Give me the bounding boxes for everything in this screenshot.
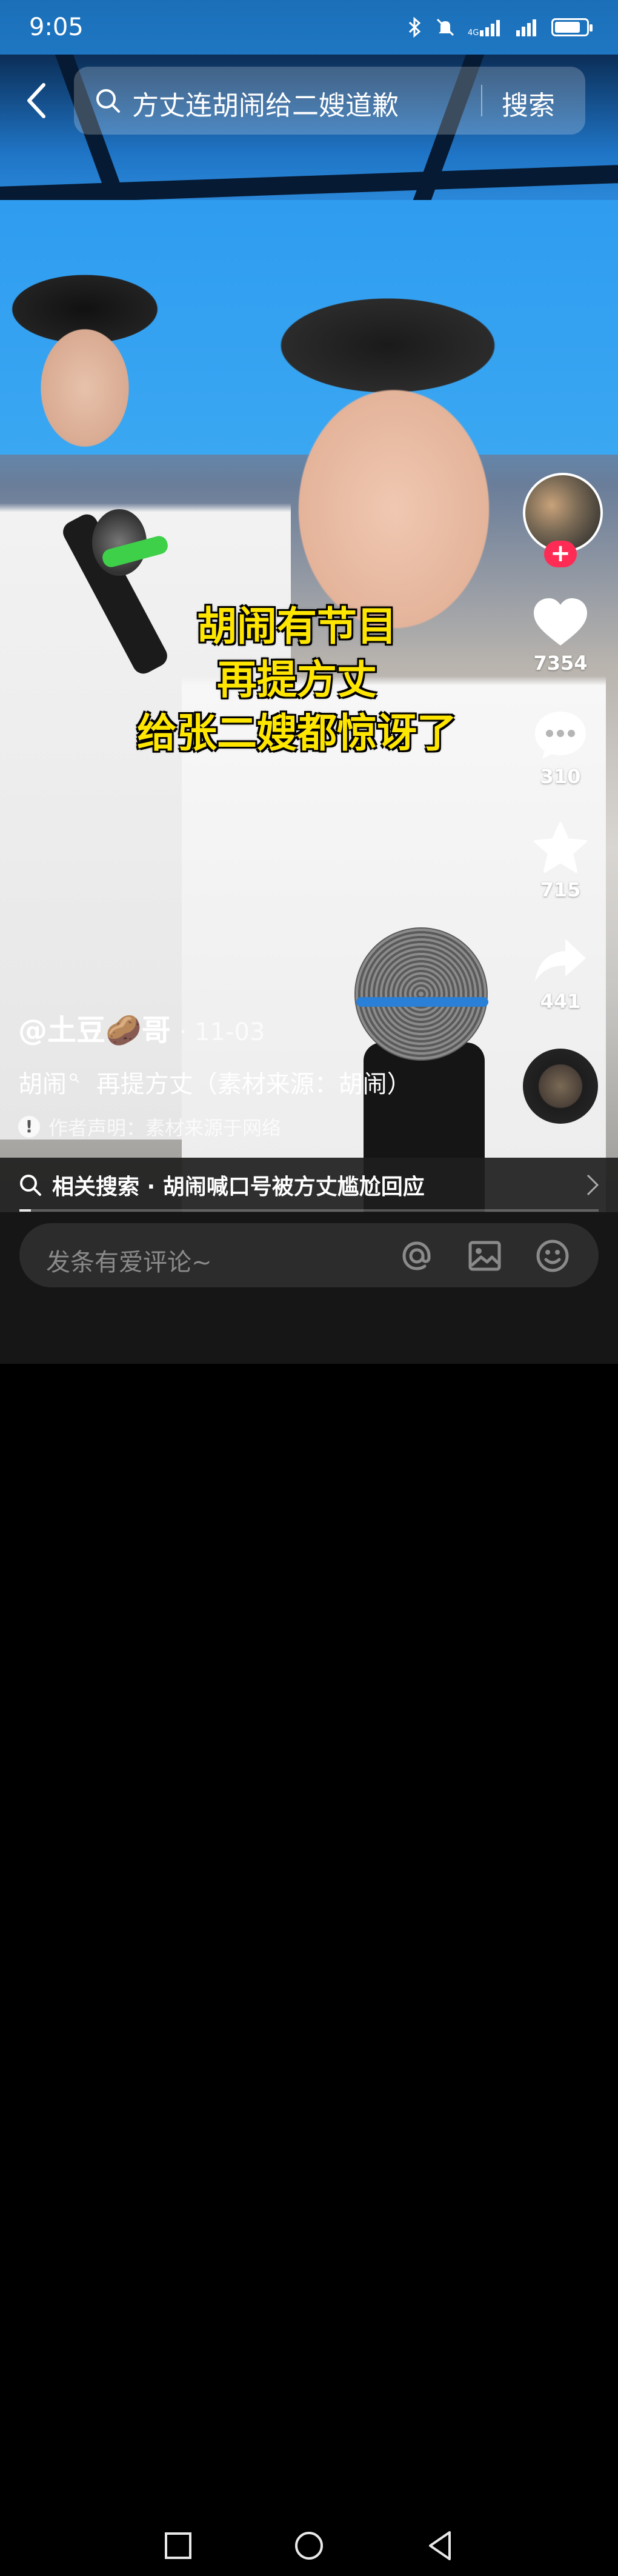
image-icon[interactable] xyxy=(467,1238,503,1274)
related-search-text[interactable]: 相关搜索 · 胡闹喊口号被方丈尴尬回应 xyxy=(52,1169,585,1201)
author-name[interactable]: @土豆🥔哥 xyxy=(18,1006,171,1049)
system-nav-bar xyxy=(0,2509,618,2576)
caption-line: 再提方丈 xyxy=(217,656,377,703)
video-description: 胡闹 再提方丈（素材来源：胡闹） xyxy=(18,1064,515,1099)
recent-apps-button[interactable] xyxy=(160,2528,196,2564)
post-date: · 11-03 xyxy=(179,1018,265,1046)
mention-icon[interactable] xyxy=(399,1238,435,1274)
search-divider xyxy=(481,85,482,116)
search-icon xyxy=(70,1073,79,1083)
video-caption: 胡闹有节目 再提方丈 给张二嫂都惊讶了 xyxy=(85,600,509,760)
like-count: 7354 xyxy=(533,652,588,675)
comment-input[interactable]: 发条有爱评论~ xyxy=(19,1223,599,1287)
search-icon xyxy=(96,89,120,113)
back-button[interactable] xyxy=(18,79,55,122)
caption-line: 给张二嫂都惊讶了 xyxy=(137,710,457,756)
status-icons: 4G xyxy=(407,17,593,38)
heart-icon[interactable] xyxy=(533,597,588,647)
video-meta: @土豆🥔哥 · 11-03 胡闹 再提方丈（素材来源：胡闹） ! 作者声明：素材… xyxy=(18,1006,515,1141)
video-progress-bar[interactable] xyxy=(19,1209,599,1212)
disclaimer-text: 作者声明：素材来源于网络 xyxy=(48,1116,282,1140)
status-bar: 9:05 4G xyxy=(0,0,618,55)
emoji-icon[interactable] xyxy=(534,1238,571,1274)
comment-placeholder[interactable]: 发条有爱评论~ xyxy=(46,1243,212,1278)
topic-link[interactable]: 胡闹 xyxy=(18,1070,80,1098)
search-button[interactable]: 搜索 xyxy=(502,84,555,122)
follow-button[interactable]: + xyxy=(544,541,577,567)
bottom-panel: 发条有爱评论~ xyxy=(0,1212,618,2560)
mute-icon xyxy=(436,18,454,36)
chevron-right-icon xyxy=(586,1174,599,1196)
search-input[interactable]: 方丈连胡闹给二嫂道歉 xyxy=(132,84,399,122)
back-nav-button[interactable] xyxy=(422,2528,458,2564)
caption-line: 胡闹有节目 xyxy=(197,603,397,650)
share-icon[interactable] xyxy=(533,936,588,985)
favorite-count: 715 xyxy=(540,878,581,901)
status-time: 9:05 xyxy=(29,13,84,41)
description-text: 再提方丈（素材来源：胡闹） xyxy=(96,1070,411,1098)
signal-icon xyxy=(516,19,536,36)
music-disc[interactable] xyxy=(523,1049,598,1124)
bluetooth-icon xyxy=(408,17,421,38)
potato-emoji: 🥔 xyxy=(105,1013,142,1047)
top-bar: 方丈连胡闹给二嫂道歉 搜索 xyxy=(0,67,618,135)
battery-charging-icon xyxy=(551,18,593,36)
favorite-action[interactable]: 715 xyxy=(515,821,606,901)
battery-level xyxy=(555,22,580,33)
warning-icon: ! xyxy=(18,1116,40,1138)
star-icon[interactable] xyxy=(533,821,588,873)
search-icon xyxy=(20,1175,41,1196)
share-action[interactable]: 441 xyxy=(515,936,606,1013)
comment-count: 310 xyxy=(540,765,581,788)
signal-4g-icon: 4G xyxy=(468,20,500,36)
video-mic-right-band xyxy=(356,997,488,1007)
video-progress-fill xyxy=(19,1209,32,1212)
comment-icon[interactable] xyxy=(533,709,588,760)
like-action[interactable]: 7354 xyxy=(515,597,606,675)
comment-action[interactable]: 310 xyxy=(515,709,606,788)
share-count: 441 xyxy=(540,990,581,1013)
svg-text:4G: 4G xyxy=(468,28,479,36)
related-search-bar[interactable]: 相关搜索 · 胡闹喊口号被方丈尴尬回应 xyxy=(0,1158,618,1212)
author-disclaimer: ! 作者声明：素材来源于网络 xyxy=(18,1113,515,1141)
home-button[interactable] xyxy=(291,2528,327,2564)
author-row[interactable]: @土豆🥔哥 · 11-03 xyxy=(18,1006,515,1049)
search-box[interactable]: 方丈连胡闹给二嫂道歉 搜索 xyxy=(74,67,585,135)
